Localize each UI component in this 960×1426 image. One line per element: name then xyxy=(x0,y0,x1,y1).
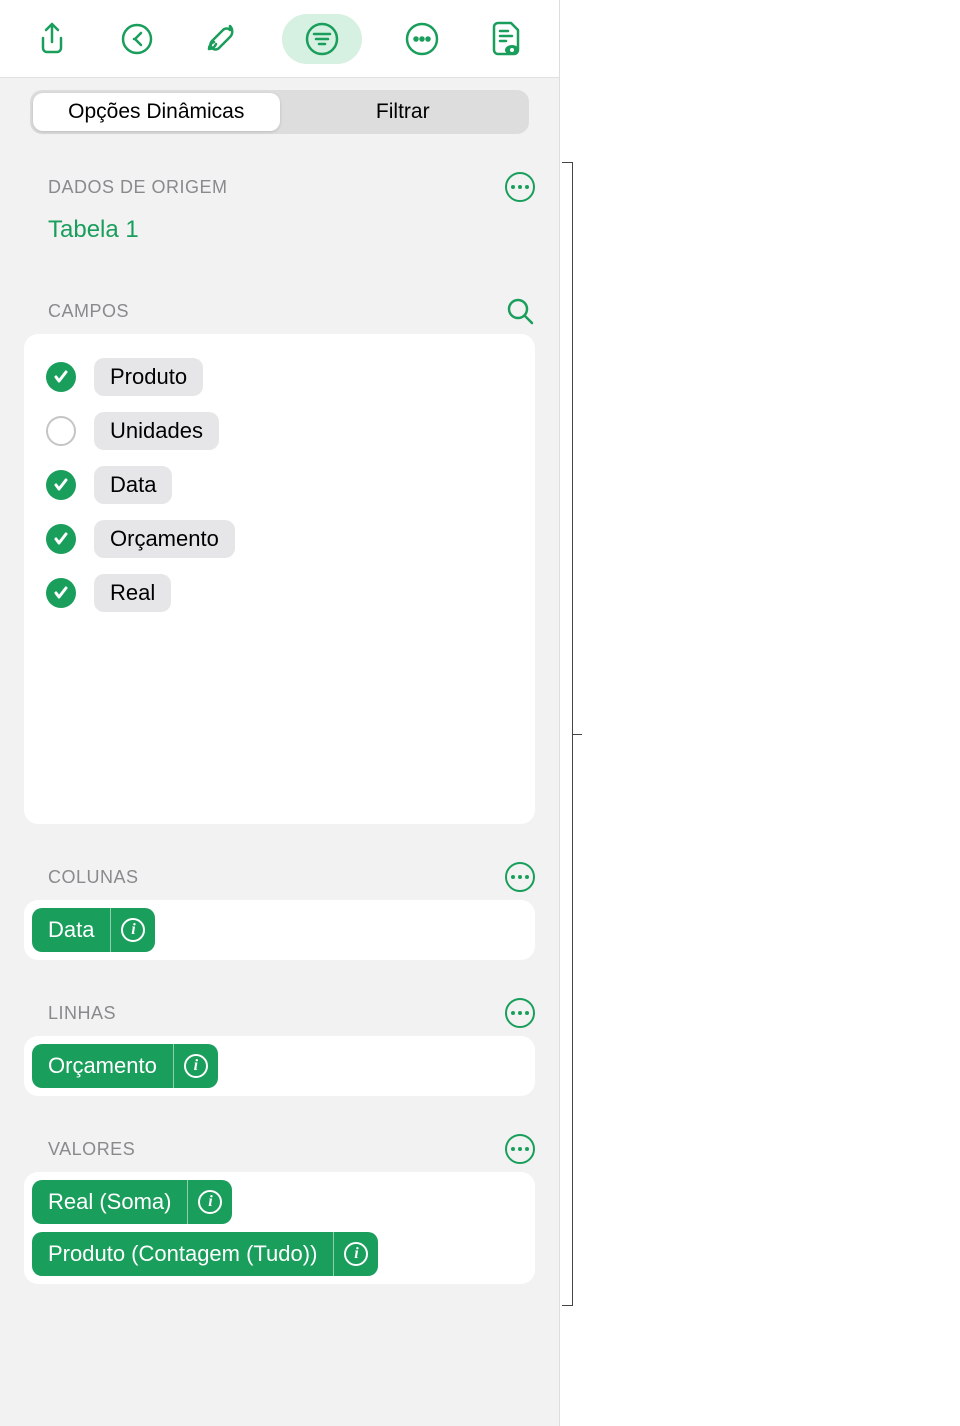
rows-options-button[interactable] xyxy=(505,998,535,1028)
value-pill[interactable]: Real (Soma) i xyxy=(32,1180,232,1224)
check-icon xyxy=(53,585,69,601)
search-icon xyxy=(506,297,534,325)
callout-bracket xyxy=(572,162,573,1306)
field-row[interactable]: Unidades xyxy=(46,404,513,458)
info-icon: i xyxy=(184,1054,208,1078)
value-pill[interactable]: Produto (Contagem (Tudo)) i xyxy=(32,1232,378,1276)
share-icon xyxy=(37,22,67,56)
pill-label: Real (Soma) xyxy=(32,1189,187,1215)
values-section-title: VALORES xyxy=(24,1139,135,1160)
field-chip[interactable]: Produto xyxy=(94,358,203,396)
values-options-button[interactable] xyxy=(505,1134,535,1164)
pill-info-button[interactable]: i xyxy=(334,1242,378,1266)
source-section-title: DADOS DE ORIGEM xyxy=(24,177,228,198)
rows-section-title: LINHAS xyxy=(24,1003,116,1024)
info-icon: i xyxy=(198,1190,222,1214)
check-icon xyxy=(53,369,69,385)
field-chip[interactable]: Orçamento xyxy=(94,520,235,558)
pill-info-button[interactable]: i xyxy=(174,1054,218,1078)
columns-zone[interactable]: Data i xyxy=(24,900,535,960)
row-pill[interactable]: Orçamento i xyxy=(32,1044,218,1088)
columns-options-button[interactable] xyxy=(505,862,535,892)
field-row[interactable]: Real xyxy=(46,566,513,620)
tab-pivot-options[interactable]: Opções Dinâmicas xyxy=(33,93,280,131)
column-pill[interactable]: Data i xyxy=(32,908,155,952)
toolbar xyxy=(0,0,559,78)
search-fields-button[interactable] xyxy=(505,296,535,326)
fields-list: Produto Unidades Data Orçamento Real xyxy=(24,334,535,824)
more-button[interactable] xyxy=(397,14,447,64)
paint-icon xyxy=(206,22,238,56)
more-icon xyxy=(405,22,439,56)
pill-info-button[interactable]: i xyxy=(111,918,155,942)
values-zone[interactable]: Real (Soma) i Produto (Contagem (Tudo)) … xyxy=(24,1172,535,1284)
field-checkbox[interactable] xyxy=(46,524,76,554)
fields-section-title: CAMPOS xyxy=(24,301,129,322)
tab-bar: Opções Dinâmicas Filtrar xyxy=(30,90,529,134)
filter-lines-icon xyxy=(305,22,339,56)
field-checkbox[interactable] xyxy=(46,470,76,500)
info-icon: i xyxy=(121,918,145,942)
format-button[interactable] xyxy=(197,14,247,64)
field-checkbox[interactable] xyxy=(46,578,76,608)
field-chip[interactable]: Unidades xyxy=(94,412,219,450)
tab-filter[interactable]: Filtrar xyxy=(280,93,527,131)
info-icon: i xyxy=(344,1242,368,1266)
check-icon xyxy=(53,531,69,547)
document-preview-icon xyxy=(492,21,522,57)
rows-zone[interactable]: Orçamento i xyxy=(24,1036,535,1096)
field-row[interactable]: Data xyxy=(46,458,513,512)
field-chip[interactable]: Data xyxy=(94,466,172,504)
pill-info-button[interactable]: i xyxy=(188,1190,232,1214)
pill-label: Data xyxy=(32,917,110,943)
field-row[interactable]: Produto xyxy=(46,350,513,404)
pill-label: Orçamento xyxy=(32,1053,173,1079)
field-chip[interactable]: Real xyxy=(94,574,171,612)
undo-icon xyxy=(120,22,154,56)
share-button[interactable] xyxy=(27,14,77,64)
check-icon xyxy=(53,477,69,493)
source-table-link[interactable]: Tabela 1 xyxy=(24,216,535,244)
source-options-button[interactable] xyxy=(505,172,535,202)
field-checkbox[interactable] xyxy=(46,416,76,446)
document-button[interactable] xyxy=(482,14,532,64)
pill-label: Produto (Contagem (Tudo)) xyxy=(32,1241,333,1267)
columns-section-title: COLUNAS xyxy=(24,867,139,888)
organize-button[interactable] xyxy=(282,14,362,64)
field-checkbox[interactable] xyxy=(46,362,76,392)
field-row[interactable]: Orçamento xyxy=(46,512,513,566)
undo-button[interactable] xyxy=(112,14,162,64)
